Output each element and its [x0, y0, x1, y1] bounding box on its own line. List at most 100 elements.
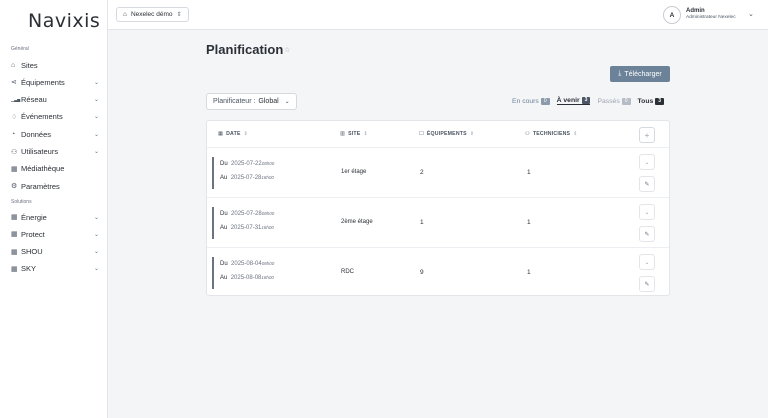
sidebar-item-general-4[interactable]: ◔ Données ⌄	[11, 127, 99, 141]
start-time-value: 08h00	[261, 211, 275, 216]
filter-tab-0[interactable]: En cours 0	[512, 97, 550, 105]
sidebar-item-general-7[interactable]: ⚙ Paramètres	[11, 179, 99, 193]
end-date-value: 2025-08-08	[230, 275, 262, 281]
expand-chevron-icon[interactable]: ⌄	[639, 154, 655, 170]
au-label: Au	[220, 275, 228, 281]
calendar-icon: ▦	[218, 131, 224, 137]
start-date: Du 2025-08-0408h00	[220, 261, 274, 267]
sidebar-item-label: SHOU	[21, 247, 43, 257]
du-label: Du	[220, 261, 228, 267]
filter-count-badge: 3	[655, 97, 665, 105]
sidebar-item-label: Médiathèque	[21, 164, 65, 174]
grid-icon: ▦	[11, 214, 18, 221]
sidebar-item-general-2[interactable]: ▁▃▅ Réseau ⌄	[11, 93, 99, 107]
chevron-down-icon: ⌄	[93, 79, 99, 86]
filter-tab-1[interactable]: À venir 3	[556, 97, 591, 105]
sidebar-item-general-0[interactable]: ⌂ Sites	[11, 58, 99, 72]
edit-pencil-icon[interactable]: ✎	[639, 176, 655, 192]
sort-icon: ⇕	[573, 131, 578, 137]
grid-icon: ▦	[11, 231, 18, 239]
sidebar-item-general-1[interactable]: ⋖ Équipements ⌄	[11, 75, 99, 89]
organization-select[interactable]: ⌂ Nexelec démo ⇕	[116, 7, 189, 22]
sidebar-item-label: Protect	[21, 229, 45, 239]
equipements-cell: 2	[420, 169, 424, 176]
filter-count-badge: 0	[621, 97, 631, 105]
equipements-cell: 9	[420, 269, 424, 276]
column-header-equipements[interactable]: ☐ ÉQUIPEMENTS ⇕	[419, 131, 474, 137]
sidebar-item-solutions-3[interactable]: ▦ SKY ⌄	[11, 262, 99, 276]
bell-icon: ♢	[11, 113, 18, 121]
favorite-star-icon[interactable]: ☆	[284, 46, 290, 54]
filter-tab-label: Passés	[597, 97, 620, 105]
page-title: Planification	[206, 42, 284, 57]
start-time-value: 08h00	[261, 161, 275, 166]
topbar: ⌂ Nexelec démo ⇕ A Admin Administrateur …	[108, 0, 768, 30]
table-row[interactable]: Du 2025-07-2808h00 Au 2025-07-3118h00 2ème…	[207, 197, 669, 247]
techniciens-cell: 1	[527, 219, 531, 226]
column-header-date[interactable]: ▦ DATE ⇕	[218, 131, 248, 137]
filter-tab-label: À venir	[556, 97, 580, 104]
end-date: Au 2025-07-2818h00	[220, 175, 274, 181]
planner-value: Global	[258, 98, 279, 105]
column-header-site[interactable]: ▥ SITE ⇕	[340, 131, 368, 137]
sidebar-item-solutions-1[interactable]: ▦ Protect ⌄	[11, 227, 99, 241]
edit-pencil-icon[interactable]: ✎	[639, 276, 655, 292]
end-date-value: 2025-07-31	[230, 225, 262, 231]
row-accent-bar	[212, 157, 214, 189]
row-accent-bar	[212, 207, 214, 239]
navixis-logo: Navixis	[28, 10, 101, 32]
avatar[interactable]: A	[663, 6, 681, 24]
start-date: Du 2025-07-2208h00	[220, 161, 274, 167]
planner-label: Planificateur :	[213, 98, 256, 105]
grid-icon: ▦	[11, 248, 18, 256]
filter-count-badge: 3	[581, 97, 591, 104]
sort-icon: ⇕	[363, 131, 368, 137]
au-label: Au	[220, 225, 228, 231]
share-icon: ⋖	[11, 79, 17, 87]
sort-icon: ⇕	[469, 131, 475, 137]
row-accent-bar	[212, 257, 214, 289]
building-icon: ⌂	[123, 11, 127, 18]
expand-chevron-icon[interactable]: ⌄	[639, 204, 655, 220]
column-header-techniciens[interactable]: ⚇ TECHNICIENS ⇕	[525, 131, 578, 137]
download-button[interactable]: ⤓ Télécharger	[610, 66, 670, 82]
section-general-label: Général	[11, 46, 29, 52]
sidebar-item-solutions-2[interactable]: ▦ SHOU ⌄	[11, 245, 99, 259]
users-icon: ⚇	[525, 131, 530, 137]
edit-pencil-icon[interactable]: ✎	[639, 226, 655, 242]
add-planning-button[interactable]: +	[639, 127, 655, 143]
filter-tab-3[interactable]: Tous 3	[637, 97, 665, 105]
gauge-icon: ◔	[11, 130, 16, 138]
download-label: Télécharger	[624, 70, 662, 78]
sidebar: Navixis Général ⌂ Sites ⋖ Équipements ⌄ ▁▃▅ Ré…	[0, 0, 108, 418]
table-row[interactable]: Du 2025-08-0408h00 Au 2025-08-0818h00 RDC 9…	[207, 247, 669, 297]
site-cell: 2ème étage	[341, 219, 373, 225]
signal-icon: ▁▃▅	[11, 97, 21, 103]
grid-icon: ▦	[11, 265, 18, 273]
column-header-techniciens-label: TECHNICIENS	[532, 131, 571, 137]
chevron-down-icon: ⌄	[93, 131, 99, 138]
end-date: Au 2025-08-0818h00	[220, 275, 274, 281]
sidebar-item-label: Événements	[21, 112, 63, 122]
user-menu-chevron-icon[interactable]: ⌄	[748, 10, 754, 18]
planner-select[interactable]: Planificateur : Global ⌄	[206, 93, 297, 110]
sidebar-item-solutions-0[interactable]: ▦ Énergie ⌄	[11, 210, 99, 224]
user-name: Admin	[686, 8, 705, 14]
sidebar-item-general-3[interactable]: ♢ Événements ⌄	[11, 110, 99, 124]
user-role: Administrateur Nexelec	[686, 15, 736, 20]
sidebar-item-label: Équipements	[21, 77, 65, 87]
download-icon: ⤓	[618, 70, 622, 77]
device-icon: ☐	[419, 131, 424, 137]
techniciens-cell: 1	[527, 169, 531, 176]
sidebar-item-general-6[interactable]: ▦ Médiathèque	[11, 162, 99, 176]
expand-chevron-icon[interactable]: ⌄	[639, 254, 655, 270]
chevron-down-icon: ⌄	[93, 249, 99, 256]
start-date-value: 2025-07-28	[231, 211, 262, 217]
status-filters: En cours 0 À venir 3 Passés 0 Tous 3	[512, 96, 665, 106]
sidebar-item-general-5[interactable]: ⚇ Utilisateurs ⌄	[11, 145, 99, 159]
select-arrows-icon: ⇕	[176, 12, 182, 18]
filter-tab-label: Tous	[637, 97, 654, 105]
chevron-down-icon: ⌄	[93, 114, 99, 121]
filter-tab-2[interactable]: Passés 0	[597, 97, 631, 105]
table-row[interactable]: Du 2025-07-2208h00 Au 2025-07-2818h00 1er …	[207, 147, 669, 197]
